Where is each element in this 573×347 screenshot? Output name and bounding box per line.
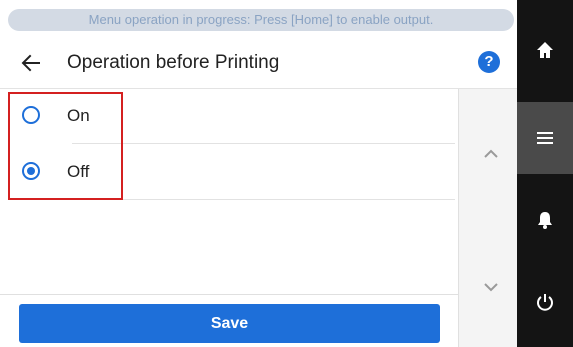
home-button[interactable] [517,20,573,80]
option-divider [72,143,455,144]
bell-icon [538,212,552,229]
scroll-column [459,89,517,347]
scroll-up-button[interactable] [482,146,500,158]
header: Operation before Printing ? [0,40,517,86]
option-off-label: Off [67,162,90,181]
option-off[interactable]: Off [15,145,455,200]
options-list: On Off [0,89,458,294]
question-icon: ? [484,53,494,70]
page-title: Operation before Printing [67,52,280,73]
option-on[interactable]: On [15,89,455,144]
option-divider [72,199,455,200]
chevron-down-icon [484,283,498,292]
footer-divider [0,294,458,295]
back-button[interactable] [20,52,42,74]
menu-icon [537,132,553,144]
menu-button[interactable] [517,102,573,174]
scroll-down-button[interactable] [482,280,500,292]
radio-off[interactable] [22,162,40,180]
home-icon [537,42,553,58]
chevron-up-icon [484,149,498,158]
help-button[interactable]: ? [478,51,500,73]
arrow-left-icon [21,54,40,72]
scroll-divider [458,89,459,347]
status-banner: Menu operation in progress: Press [Home]… [8,9,514,31]
option-on-label: On [67,106,90,125]
save-button[interactable]: Save [19,304,440,343]
power-button[interactable] [517,272,573,332]
notification-button[interactable] [517,190,573,250]
radio-on[interactable] [22,106,40,124]
main-panel: Menu operation in progress: Press [Home]… [0,0,517,347]
power-icon [537,294,553,311]
right-navigation [517,0,573,347]
